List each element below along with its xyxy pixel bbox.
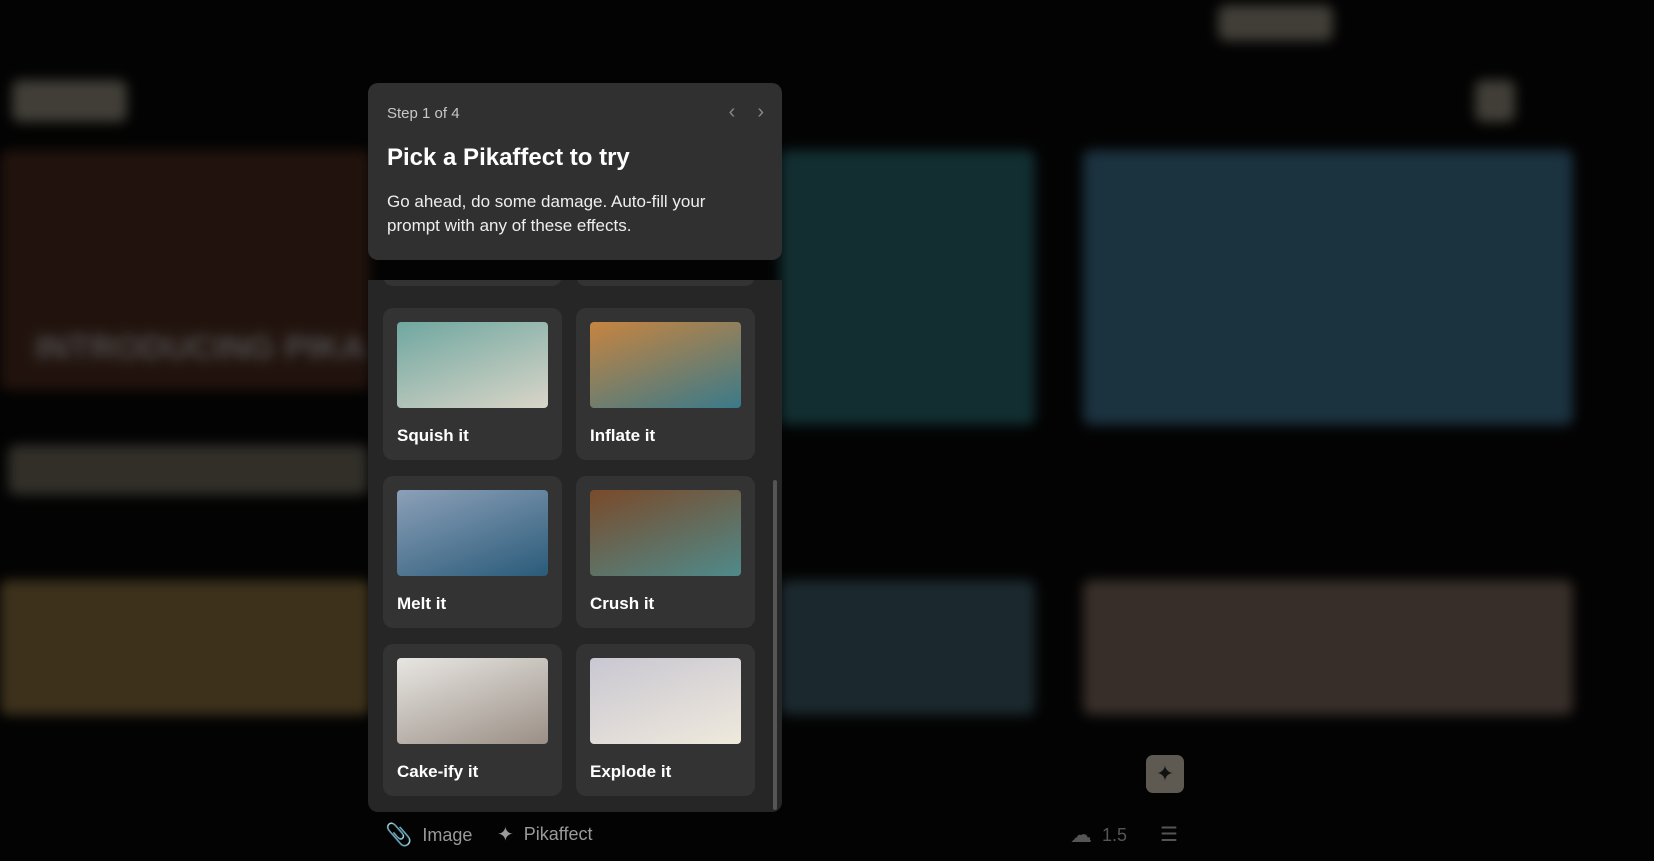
pikaffect-label: Pikaffect: [523, 824, 593, 844]
generate-button[interactable]: ✦: [1146, 755, 1184, 793]
effect-thumbnail: [590, 490, 741, 576]
model-version: 1.5: [1102, 824, 1128, 845]
effect-thumbnail: [397, 658, 548, 744]
effect-card-crush-it[interactable]: Crush it: [576, 476, 755, 628]
blurred-background: INTRODUCING PIKA 1.5: [0, 0, 1654, 861]
effect-card-explode-it[interactable]: Explode it: [576, 644, 755, 796]
tour-dialog-header: Step 1 of 4 ‹ › Pick a Pikaffect to try …: [368, 83, 782, 260]
dialog-title: Pick a Pikaffect to try: [387, 144, 630, 171]
sliders-icon: ☰: [1160, 824, 1178, 846]
cloud-icon: ☁: [1070, 822, 1092, 847]
background-headline: INTRODUCING PIKA 1.5: [35, 329, 422, 367]
effect-card-cake-ify-it[interactable]: Cake-ify it: [383, 644, 562, 796]
magic-wand-icon: ✦: [497, 824, 514, 846]
effect-label: Squish it: [397, 426, 469, 445]
step-indicator: Step 1 of 4: [387, 105, 460, 122]
effect-thumbnail: [590, 658, 741, 744]
effect-thumbnail: [590, 322, 741, 408]
model-selector[interactable]: ☁ 1.5: [1070, 822, 1127, 848]
effect-label: Explode it: [590, 762, 672, 781]
effect-card-inflate-it[interactable]: Inflate it: [576, 308, 755, 460]
dialog-description: Go ahead, do some damage. Auto-fill your…: [387, 192, 706, 235]
effect-label: Melt it: [397, 594, 447, 613]
effect-thumbnail: [397, 322, 548, 408]
pikaffect-panel: Squish it Inflate it Melt it Crush it Cake-i…: [368, 280, 782, 812]
chevron-right-icon[interactable]: ›: [757, 101, 764, 124]
image-button[interactable]: 📎 Image: [385, 822, 472, 848]
paperclip-icon: 📎: [385, 822, 413, 847]
chevron-left-icon[interactable]: ‹: [729, 101, 736, 124]
effect-thumbnail: [397, 490, 548, 576]
effect-label: Inflate it: [590, 426, 656, 445]
scrollbar[interactable]: [773, 480, 777, 810]
image-label: Image: [422, 824, 473, 845]
effect-card-squish-it[interactable]: Squish it: [383, 308, 562, 460]
effect-card-melt-it[interactable]: Melt it: [383, 476, 562, 628]
effect-label: Cake-ify it: [397, 762, 479, 781]
pikaffect-button[interactable]: ✦ Pikaffect: [497, 822, 592, 847]
settings-button[interactable]: ☰: [1160, 822, 1178, 847]
sparkle-icon: ✦: [1155, 761, 1175, 786]
effect-label: Crush it: [590, 594, 655, 613]
